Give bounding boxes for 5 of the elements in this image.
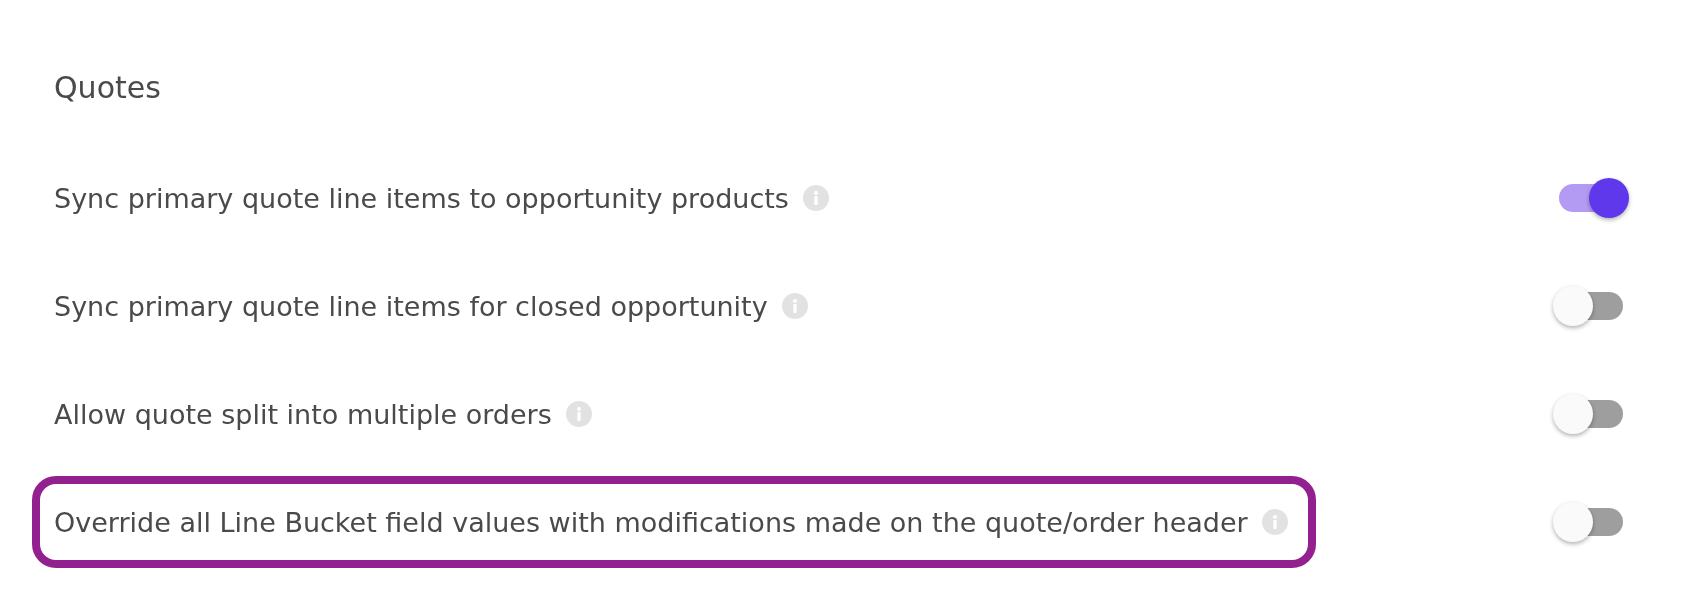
setting-label: Sync primary quote line items for closed opportunity <box>54 290 768 322</box>
setting-label: Allow quote split into multiple orders <box>54 398 552 430</box>
setting-label: Sync primary quote line items to opportunity products <box>54 182 789 214</box>
setting-label: Override all Line Bucket field values with modifications made on the quote/order header <box>54 506 1248 538</box>
section-title: Quotes <box>54 69 162 107</box>
